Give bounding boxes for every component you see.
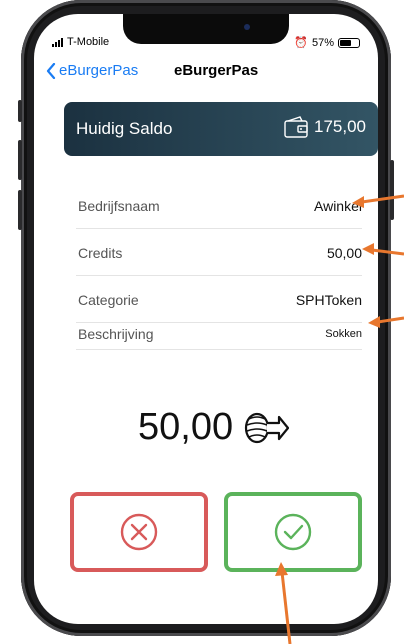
annotation-arrows — [275, 194, 404, 644]
annotation-arrow-company — [352, 194, 404, 208]
annotation-arrow-credits — [362, 243, 404, 256]
annotation-arrow-confirm — [275, 562, 292, 644]
annotation-arrow-description — [368, 316, 404, 328]
